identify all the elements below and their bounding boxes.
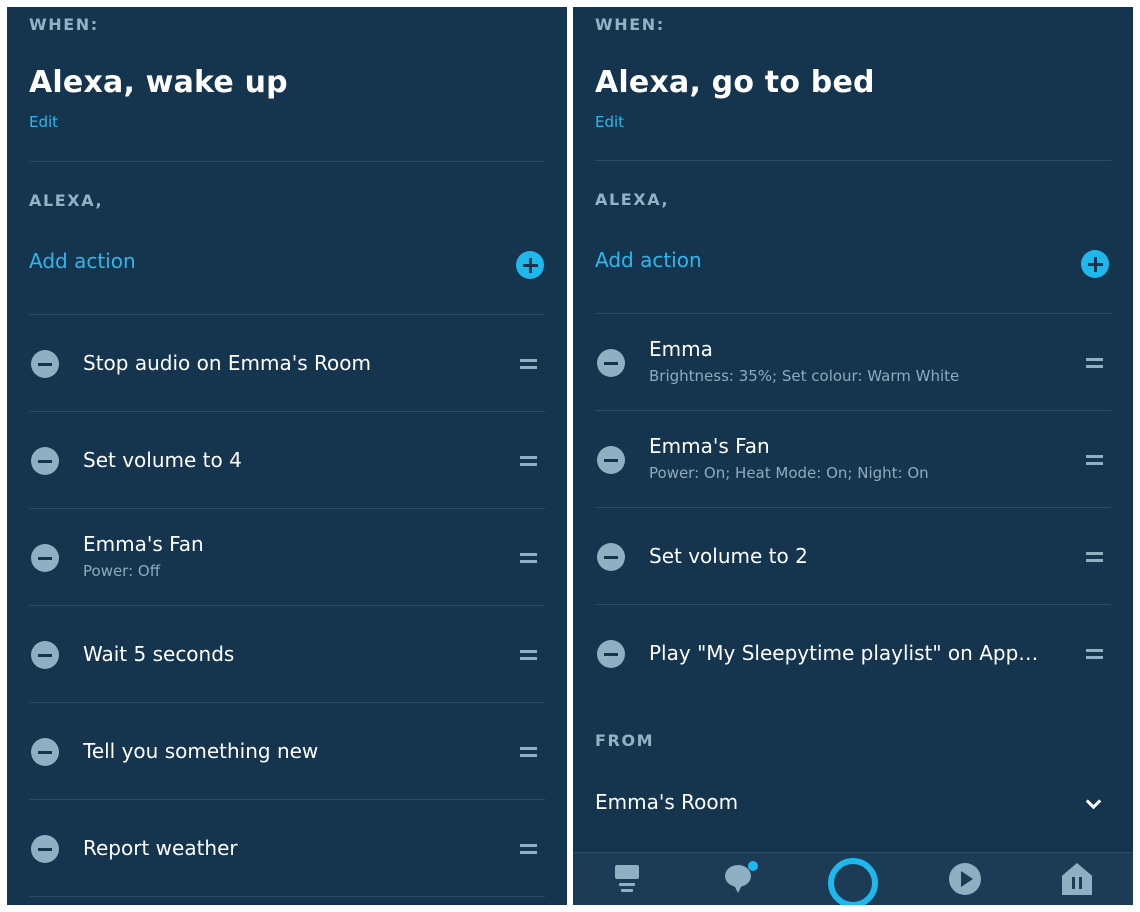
action-row[interactable]: Set volume to 4 [29,412,545,509]
drag-handle-icon[interactable] [1086,358,1103,368]
from-device-value[interactable]: Emma's Room [595,790,738,814]
action-subtitle: Power: On; Heat Mode: On; Night: On [649,464,929,482]
edit-link[interactable]: Edit [29,113,58,131]
action-row[interactable]: Emma's Fan Power: Off [29,509,545,606]
remove-icon[interactable] [31,544,59,572]
notification-dot-icon [748,861,758,871]
remove-icon[interactable] [31,738,59,766]
remove-icon[interactable] [597,349,625,377]
action-title: Emma [649,337,713,361]
devices-icon[interactable] [1047,853,1107,905]
drag-handle-icon[interactable] [1086,455,1103,465]
add-action-icon[interactable] [516,251,544,279]
drag-handle-icon[interactable] [1086,649,1103,659]
when-label: WHEN: [29,15,99,34]
alexa-icon[interactable] [823,853,883,905]
routine-panel-wake-up: WHEN: Alexa, wake up Edit ALEXA, Add act… [7,7,567,905]
routine-title: Alexa, wake up [29,65,288,100]
action-title: Set volume to 4 [83,448,242,472]
alexa-label: ALEXA, [595,190,670,209]
action-title: Tell you something new [83,739,319,763]
action-row[interactable]: Tell you something new [29,703,545,800]
add-action-link[interactable]: Add action [29,249,136,273]
divider [29,161,545,162]
edit-link[interactable]: Edit [595,113,624,131]
drag-handle-icon[interactable] [520,747,537,757]
drag-handle-icon[interactable] [520,650,537,660]
add-action-link[interactable]: Add action [595,248,702,272]
action-row[interactable]: Wait 5 seconds [29,606,545,703]
action-title: Play "My Sleepytime playlist" on Apple M… [649,641,1041,665]
remove-icon[interactable] [31,447,59,475]
remove-icon[interactable] [31,350,59,378]
bottom-nav [573,852,1133,905]
drag-handle-icon[interactable] [520,359,537,369]
add-action-icon[interactable] [1081,250,1109,278]
from-label: FROM [595,731,655,750]
action-title: Emma's Fan [649,434,770,458]
routine-panel-go-to-bed: WHEN: Alexa, go to bed Edit ALEXA, Add a… [573,7,1133,905]
action-row[interactable]: Emma's Fan Power: On; Heat Mode: On; Nig… [595,411,1111,508]
remove-icon[interactable] [597,446,625,474]
action-title: Emma's Fan [83,532,204,556]
alexa-label: ALEXA, [29,191,104,210]
action-row[interactable]: Set volume to 2 [595,508,1111,605]
remove-icon[interactable] [31,641,59,669]
action-title: Wait 5 seconds [83,642,235,666]
action-subtitle: Brightness: 35%; Set colour: Warm White [649,367,960,385]
action-row[interactable]: Emma Brightness: 35%; Set colour: Warm W… [595,314,1111,411]
when-label: WHEN: [595,15,665,34]
action-row[interactable]: Stop audio on Emma's Room [29,315,545,412]
remove-icon[interactable] [597,543,625,571]
divider [595,160,1111,161]
action-title: Set volume to 2 [649,544,808,568]
drag-handle-icon[interactable] [520,553,537,563]
play-icon[interactable] [935,853,995,905]
communicate-icon[interactable] [711,853,771,905]
chevron-down-icon[interactable] [1085,793,1102,810]
drag-handle-icon[interactable] [520,844,537,854]
home-icon[interactable] [599,853,659,905]
routine-title: Alexa, go to bed [595,65,875,100]
action-title: Report weather [83,836,238,860]
drag-handle-icon[interactable] [520,456,537,466]
action-subtitle: Power: Off [83,562,161,580]
action-row[interactable]: Report weather [29,800,545,897]
remove-icon[interactable] [597,640,625,668]
remove-icon[interactable] [31,835,59,863]
drag-handle-icon[interactable] [1086,552,1103,562]
action-title: Stop audio on Emma's Room [83,351,371,375]
action-row[interactable]: Play "My Sleepytime playlist" on Apple M… [595,605,1111,702]
